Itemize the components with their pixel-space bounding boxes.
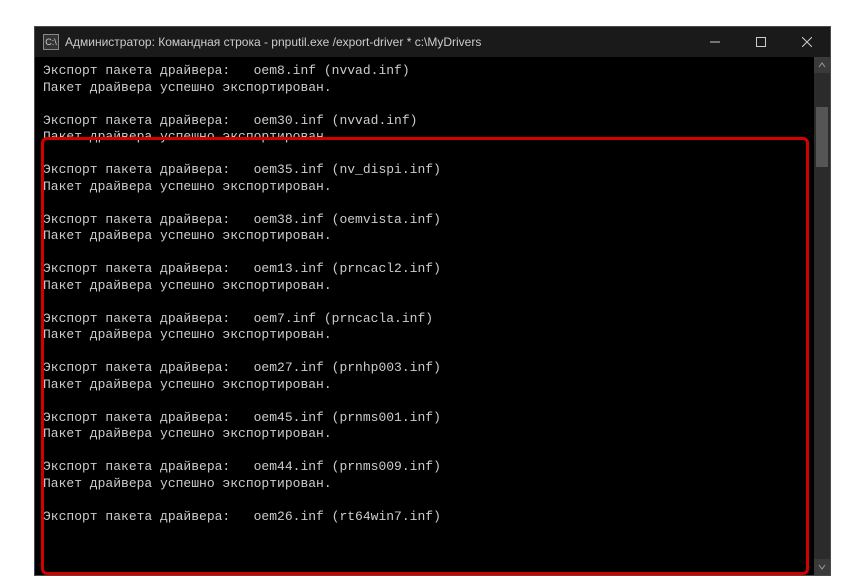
window-title: Администратор: Командная строка - pnputi… xyxy=(65,35,692,49)
window-controls xyxy=(692,27,830,57)
close-icon xyxy=(802,37,812,47)
close-button[interactable] xyxy=(784,27,830,57)
scrollbar[interactable] xyxy=(814,57,830,575)
chevron-down-icon xyxy=(818,563,826,571)
scroll-up-button[interactable] xyxy=(814,57,830,73)
titlebar[interactable]: C:\ Администратор: Командная строка - pn… xyxy=(35,27,830,57)
minimize-icon xyxy=(710,37,720,47)
console-area: Экспорт пакета драйвера: oem8.inf (nvvad… xyxy=(35,57,830,575)
chevron-up-icon xyxy=(818,61,826,69)
cmd-window: C:\ Администратор: Командная строка - pn… xyxy=(34,26,831,576)
scroll-down-button[interactable] xyxy=(814,559,830,575)
cmd-icon: C:\ xyxy=(43,34,59,50)
console-output: Экспорт пакета драйвера: oem8.inf (nvvad… xyxy=(35,57,814,531)
maximize-button[interactable] xyxy=(738,27,784,57)
maximize-icon xyxy=(756,37,766,47)
scroll-thumb[interactable] xyxy=(816,107,828,167)
minimize-button[interactable] xyxy=(692,27,738,57)
